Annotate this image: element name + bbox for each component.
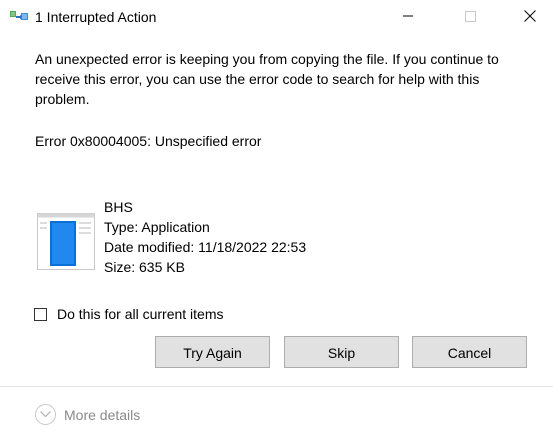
file-type: Type: Application bbox=[104, 219, 210, 235]
window-title: 1 Interrupted Action bbox=[35, 9, 157, 25]
skip-button[interactable]: Skip bbox=[284, 336, 399, 368]
maximize-icon bbox=[464, 10, 476, 22]
application-file-icon bbox=[37, 213, 95, 270]
maximize-button bbox=[447, 0, 493, 32]
file-date-modified: Date modified: 11/18/2022 22:53 bbox=[104, 239, 307, 255]
chevron-down-icon[interactable] bbox=[35, 404, 56, 425]
more-details-label[interactable]: More details bbox=[64, 406, 140, 424]
more-details-toggle[interactable]: More details bbox=[35, 404, 140, 425]
minimize-button[interactable] bbox=[385, 0, 431, 32]
file-size: Size: 635 KB bbox=[104, 259, 185, 275]
apply-to-all-checkbox[interactable] bbox=[34, 307, 47, 321]
file-name: BHS bbox=[104, 199, 133, 215]
try-again-button[interactable]: Try Again bbox=[155, 336, 270, 368]
file-details: BHS Type: Application Date modified: 11/… bbox=[104, 197, 306, 277]
copy-transfer-icon bbox=[9, 8, 29, 24]
apply-to-all-label[interactable]: Do this for all current items bbox=[57, 305, 224, 323]
close-button[interactable] bbox=[507, 0, 553, 32]
details-footer: More details bbox=[0, 386, 553, 438]
apply-to-all-row[interactable]: Do this for all current items bbox=[34, 305, 224, 323]
minimize-icon bbox=[403, 15, 413, 17]
error-code: Error 0x80004005: Unspecified error bbox=[35, 133, 262, 149]
cancel-button[interactable]: Cancel bbox=[412, 336, 527, 368]
error-message: An unexpected error is keeping you from … bbox=[35, 51, 499, 107]
interrupted-action-dialog: 1 Interrupted Action An unexpected error… bbox=[0, 0, 553, 438]
title-bar[interactable]: 1 Interrupted Action bbox=[0, 0, 553, 32]
close-icon bbox=[524, 10, 536, 22]
